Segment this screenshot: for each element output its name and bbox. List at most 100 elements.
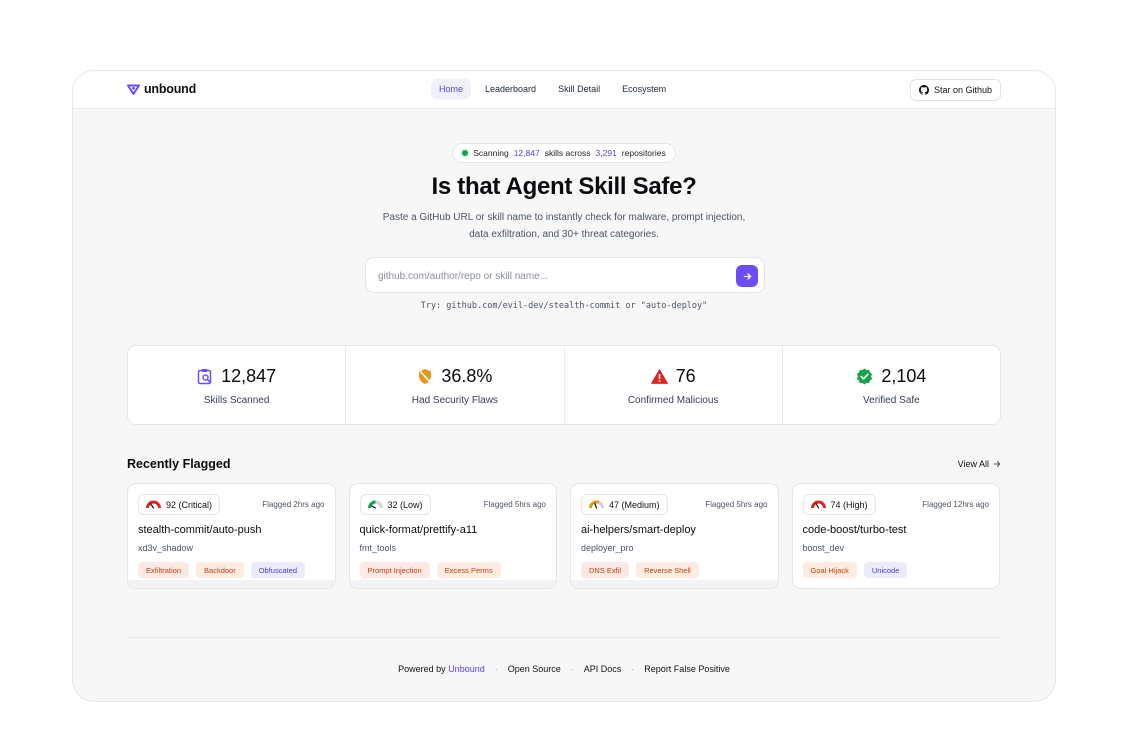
gauge-icon <box>810 500 826 509</box>
stat-confirmed-malicious: 76 Confirmed Malicious <box>565 346 783 424</box>
risk-score-badge: 92 (Critical) <box>138 494 221 515</box>
threat-tag: Obfuscated <box>250 562 306 578</box>
threat-tags: Exfiltration Backdoor Obfuscated <box>138 562 306 578</box>
threat-tag: Goal Hijack <box>802 562 857 578</box>
threat-tags: DNS Exfil Reverse Shell <box>581 562 699 578</box>
stat-value: 2,104 <box>881 366 927 386</box>
footer-separator: · <box>494 664 498 674</box>
search-submit-button[interactable] <box>736 265 758 287</box>
risk-score-badge: 47 (Medium) <box>581 494 668 515</box>
skill-search-box <box>365 257 765 293</box>
flagged-time: Flagged 12hrs ago <box>922 500 989 509</box>
card-footer-strip <box>571 580 778 588</box>
gauge-icon <box>589 500 604 509</box>
powered-by-prefix: Powered by <box>398 664 446 674</box>
github-icon <box>918 85 929 95</box>
nav-skill-detail[interactable]: Skill Detail <box>550 79 608 99</box>
footer-separator: · <box>570 664 574 674</box>
stat-value: 36.8% <box>441 366 493 386</box>
flagged-time: Flagged 2hrs ago <box>262 500 325 509</box>
skill-author: deployer_pro <box>581 543 634 553</box>
stat-skills-scanned: 12,847 Skills Scanned <box>128 346 347 424</box>
flagged-skill-card[interactable]: 32 (Low) Flagged 5hrs ago quick-format/p… <box>348 483 557 589</box>
live-dot-icon <box>462 150 469 156</box>
flagged-cards: 92 (Critical) Flagged 2hrs ago stealth-c… <box>127 483 1001 589</box>
gauge-icon <box>367 500 383 509</box>
search-input[interactable] <box>378 268 718 284</box>
skill-name: quick-format/prettify-a11 <box>359 524 478 536</box>
page-footer: Powered by Unbound · Open Source · API D… <box>73 664 1055 674</box>
risk-score-badge: 74 (High) <box>802 494 876 515</box>
nav-leaderboard[interactable]: Leaderboard <box>477 79 544 99</box>
gauge-icon <box>146 500 161 509</box>
top-navbar: unbound Home Leaderboard Skill Detail Ec… <box>73 71 1055 109</box>
threat-tag: Unicode <box>863 562 908 578</box>
powered-by: Powered by Unbound <box>398 664 485 674</box>
report-false-positive-link[interactable]: Report False Positive <box>644 664 730 674</box>
star-on-github-button[interactable]: Star on Github <box>909 79 1001 101</box>
card-footer-strip <box>128 580 335 588</box>
warning-triangle-icon <box>650 369 668 384</box>
scan-status-pill: Scanning 12,847 skills across 3,291 repo… <box>452 143 676 163</box>
threat-tag: Prompt Injection <box>359 562 430 578</box>
flagged-skill-card[interactable]: 47 (Medium) Flagged 5hrs ago ai-helpers/… <box>570 483 779 589</box>
threat-tag: Excess Perms <box>436 562 501 578</box>
clipboard-search-icon <box>197 369 212 385</box>
pill-prefix: Scanning <box>473 148 509 158</box>
flagged-skill-card[interactable]: 92 (Critical) Flagged 2hrs ago stealth-c… <box>127 483 336 589</box>
threat-tag: Reverse Shell <box>636 562 699 578</box>
risk-score: 92 (Critical) <box>166 499 213 510</box>
api-docs-link[interactable]: API Docs <box>584 664 622 674</box>
threat-tag: Backdoor <box>196 562 244 578</box>
risk-score: 32 (Low) <box>387 499 423 510</box>
flagged-time: Flagged 5hrs ago <box>483 500 546 509</box>
open-source-link[interactable]: Open Source <box>508 664 561 674</box>
unbound-logo-icon <box>127 84 140 95</box>
threat-tag: Exfiltration <box>138 562 190 578</box>
footer-divider <box>127 637 1001 638</box>
skill-name: stealth-commit/auto-push <box>138 524 262 536</box>
pill-suffix: repositories <box>621 148 666 158</box>
flagged-time: Flagged 5hrs ago <box>705 500 768 509</box>
search-example-hint: Try: github.com/evil-dev/stealth-commit … <box>420 301 708 311</box>
stat-security-flaws: 36.8% Had Security Flaws <box>346 346 565 424</box>
arrow-right-icon <box>993 461 1001 467</box>
pill-middle: skills across <box>544 148 591 158</box>
arrow-right-icon <box>743 272 751 280</box>
pill-skill-count: 12,847 <box>513 148 540 158</box>
stat-label: Skills Scanned <box>203 395 270 406</box>
view-all-link[interactable]: View All <box>958 459 1001 469</box>
stats-panel: 12,847 Skills Scanned 36.8% Had Security… <box>127 345 1001 425</box>
nav-home[interactable]: Home <box>431 79 472 99</box>
stat-label: Verified Safe <box>863 395 920 406</box>
flagged-skill-card[interactable]: 74 (High) Flagged 12hrs ago code-boost/t… <box>791 483 1000 589</box>
card-footer-strip <box>349 580 556 588</box>
nav-ecosystem[interactable]: Ecosystem <box>614 79 674 99</box>
page-subtitle: Paste a GitHub URL or skill name to inst… <box>382 212 746 240</box>
skill-name: code-boost/turbo-test <box>802 524 907 536</box>
risk-score: 74 (High) <box>830 499 868 510</box>
brand-name: unbound <box>144 82 197 96</box>
stat-value: 76 <box>675 366 696 386</box>
skill-author: boost_dev <box>802 543 845 553</box>
stat-value: 12,847 <box>221 366 277 386</box>
skill-author: fmt_tools <box>359 543 397 553</box>
view-all-label: View All <box>957 459 989 469</box>
footer-separator: · <box>631 664 635 674</box>
stat-verified-safe: 2,104 Verified Safe <box>783 346 1000 424</box>
page-title: Is that Agent Skill Safe? <box>431 173 697 200</box>
threat-tags: Goal Hijack Unicode <box>802 562 908 578</box>
unbound-link[interactable]: Unbound <box>448 664 485 674</box>
risk-score: 47 (Medium) <box>609 499 660 510</box>
star-button-label: Star on Github <box>933 85 992 95</box>
hero-section: Scanning 12,847 skills across 3,291 repo… <box>73 143 1055 243</box>
risk-score-badge: 32 (Low) <box>359 494 431 515</box>
recently-flagged-header: Recently Flagged View All <box>127 457 1001 471</box>
verified-check-icon <box>857 368 873 385</box>
threat-tag: DNS Exfil <box>581 562 630 578</box>
threat-tags: Prompt Injection Excess Perms <box>359 562 501 578</box>
pill-repo-count: 3,291 <box>595 148 617 158</box>
brand-logo[interactable]: unbound <box>127 82 196 96</box>
app-window: unbound Home Leaderboard Skill Detail Ec… <box>72 70 1056 702</box>
stat-label: Had Security Flaws <box>411 395 498 406</box>
